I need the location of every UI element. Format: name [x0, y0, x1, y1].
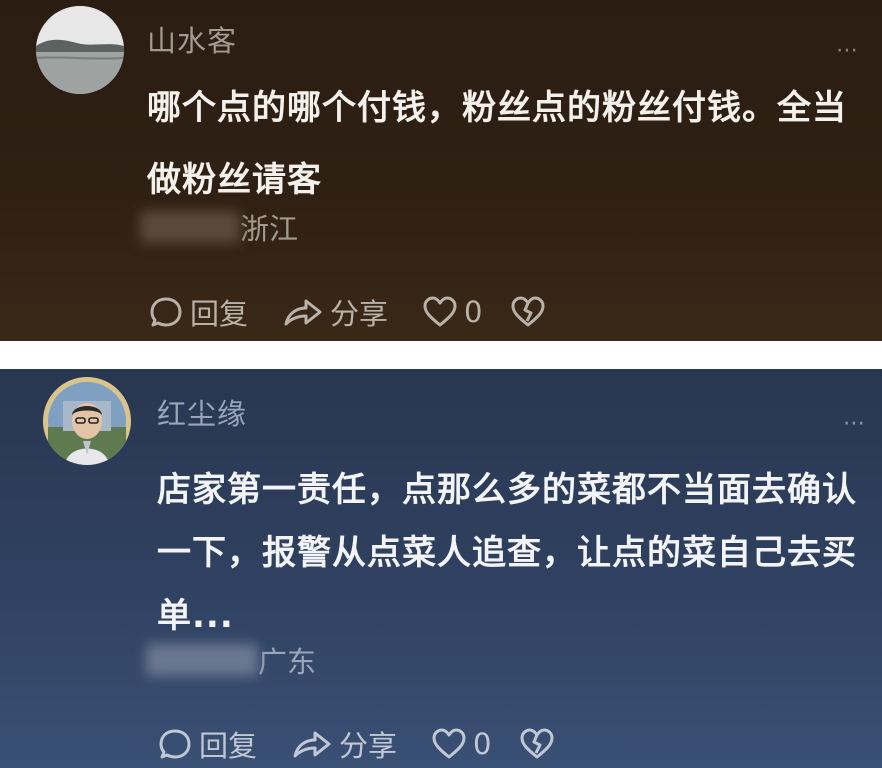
share-button[interactable]: 分享 — [282, 291, 388, 333]
reply-label: 回复 — [190, 297, 249, 331]
like-count: 0 — [464, 295, 483, 329]
dislike-button[interactable] — [519, 727, 555, 761]
username[interactable]: 山水客 — [147, 18, 237, 60]
blurred-timestamp — [146, 644, 258, 676]
reply-button[interactable]: 回复 — [157, 723, 257, 765]
share-button[interactable]: 分享 — [291, 723, 397, 765]
more-dots-icon[interactable]: ⋯ — [843, 411, 868, 436]
avatar[interactable] — [36, 6, 124, 94]
more-dots-icon[interactable]: ⋯ — [836, 38, 861, 63]
avatar-image — [36, 6, 124, 94]
reply-bubble-icon — [159, 729, 191, 759]
comment-card: 红尘缘 ⋯ 店家第一责任，点那么多的菜都不当面去确认一下，报警从点菜人追查，让点… — [0, 369, 882, 768]
comment-card: 山水客 ⋯ 哪个点的哪个付钱，粉丝点的粉丝付钱。全当做粉丝请客 浙江 回复 分享… — [0, 0, 882, 341]
location-row: 浙江 — [140, 206, 298, 248]
username[interactable]: 红尘缘 — [157, 391, 247, 433]
share-label: 分享 — [339, 729, 398, 763]
broken-heart-icon — [511, 296, 545, 327]
location-label: 广东 — [258, 645, 317, 679]
reply-label: 回复 — [199, 729, 258, 763]
blurred-timestamp — [140, 211, 240, 243]
heart-icon — [423, 296, 457, 327]
action-bar: 回复 分享 0 — [157, 723, 555, 765]
reply-bubble-icon — [150, 297, 182, 327]
dislike-button[interactable] — [510, 295, 546, 329]
location-label: 浙江 — [240, 212, 299, 246]
comment-text: 店家第一责任，点那么多的菜都不当面去确认一下，报警从点菜人追查，让点的菜自己去买… — [157, 470, 857, 636]
share-label: 分享 — [330, 297, 389, 331]
like-count: 0 — [473, 727, 492, 761]
reply-button[interactable]: 回复 — [148, 291, 248, 333]
avatar[interactable] — [43, 377, 131, 465]
broken-heart-icon — [520, 728, 554, 759]
action-bar: 回复 分享 0 — [148, 291, 546, 333]
location-row: 广东 — [146, 639, 316, 681]
avatar-image — [43, 377, 131, 465]
comment-text: 哪个点的哪个付钱，粉丝点的粉丝付钱。全当做粉丝请客 — [147, 88, 847, 200]
heart-icon — [432, 728, 466, 759]
like-button[interactable]: 0 — [422, 295, 482, 329]
share-arrow-icon — [293, 731, 331, 758]
like-button[interactable]: 0 — [431, 727, 491, 761]
share-arrow-icon — [284, 299, 322, 326]
